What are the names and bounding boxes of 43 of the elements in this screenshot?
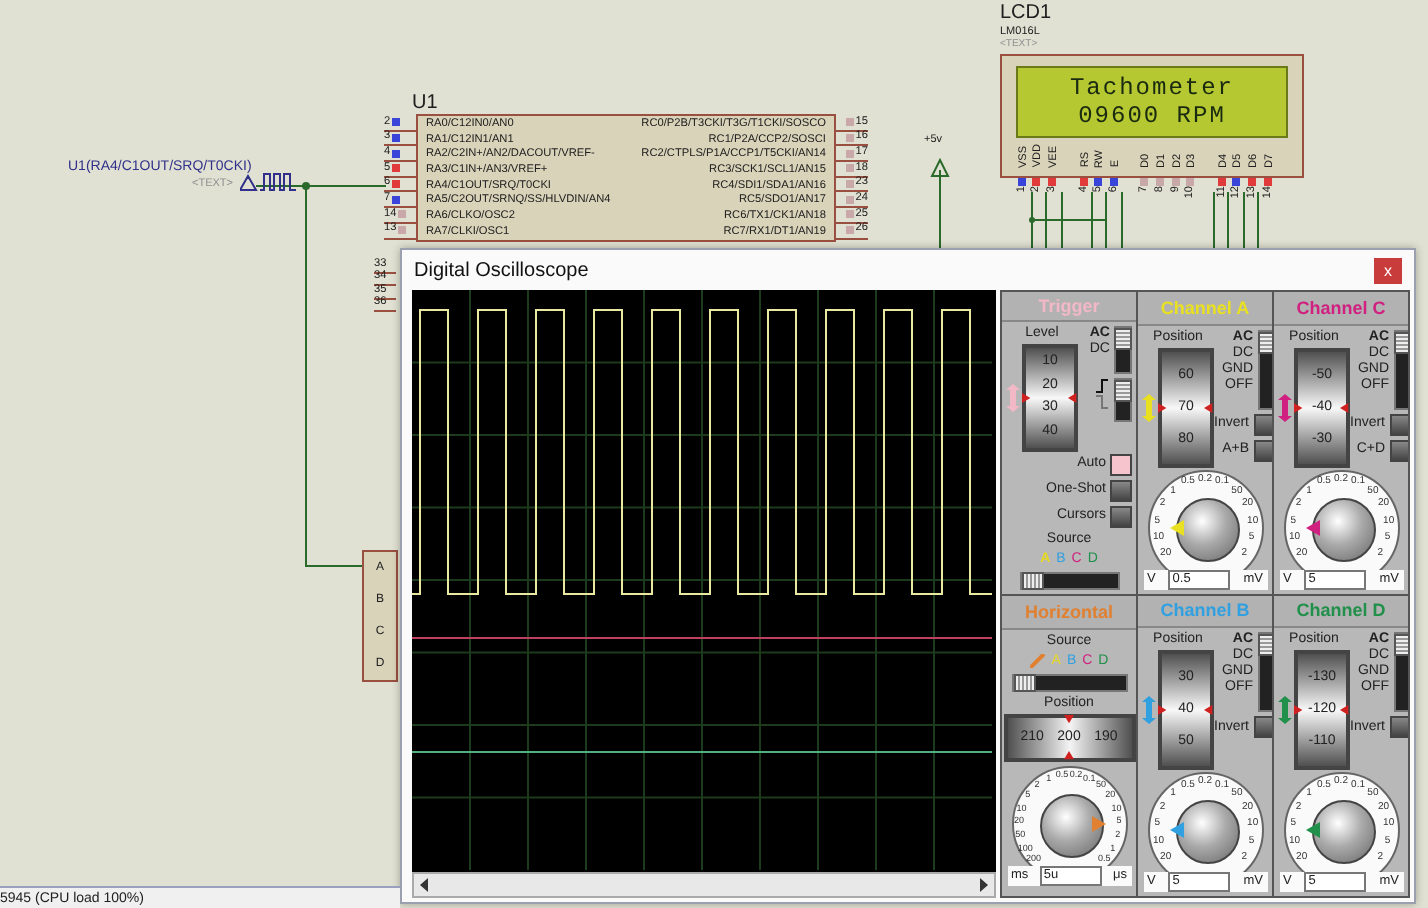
- junction-dot: [1029, 217, 1035, 223]
- marker-icon: [1204, 704, 1214, 716]
- position-arrow-icon: [1142, 696, 1156, 724]
- junction-dot: [302, 182, 310, 190]
- wire: [939, 169, 941, 249]
- marker-icon: [1204, 401, 1214, 413]
- pointer-icon: [1305, 822, 1319, 838]
- panel-title: Channel D: [1296, 600, 1386, 621]
- slider-thumb[interactable]: [1021, 571, 1043, 589]
- switch-thumb[interactable]: [1257, 331, 1272, 353]
- panel-title: Channel C: [1296, 297, 1386, 318]
- power-terminal-icon: [930, 158, 950, 178]
- switch-thumb[interactable]: [1257, 634, 1272, 656]
- panel-title: Horizontal: [1025, 601, 1113, 621]
- lcd-ref: LCD1: [1000, 2, 1052, 24]
- chip-ref: U1: [412, 92, 438, 114]
- position-arrow-icon: [1278, 393, 1292, 421]
- panel-title: Channel A: [1160, 297, 1250, 318]
- lcd-text: 09600 RPM: [1078, 102, 1226, 130]
- marker-icon: [1340, 401, 1350, 413]
- close-button[interactable]: x: [1374, 257, 1402, 283]
- probe-icon: [240, 170, 300, 194]
- switch-thumb[interactable]: [1393, 331, 1408, 353]
- marker-icon: [1068, 391, 1078, 403]
- pointer-icon: [1169, 822, 1183, 838]
- pointer-icon: [1305, 519, 1319, 535]
- position-arrow-icon: [1006, 383, 1020, 411]
- marker-icon: [1063, 713, 1073, 725]
- scrollbar[interactable]: [412, 872, 996, 898]
- pointer-icon: [1091, 815, 1105, 831]
- switch-thumb[interactable]: [1393, 634, 1408, 656]
- position-arrow-icon: [1142, 393, 1156, 421]
- lcd-text: Tachometer: [1069, 74, 1234, 102]
- switch-thumb[interactable]: [1114, 379, 1132, 401]
- panel-title: Trigger: [1038, 295, 1100, 316]
- switch-thumb[interactable]: [1114, 327, 1132, 349]
- position-arrow-icon: [1278, 696, 1292, 724]
- pointer-icon: [1169, 519, 1183, 535]
- panel-title: Channel B: [1160, 600, 1250, 621]
- window-title: Digital Oscilloscope: [414, 259, 589, 281]
- slider-thumb[interactable]: [1013, 673, 1035, 691]
- marker-icon: [1340, 704, 1350, 716]
- marker-icon: [1063, 749, 1073, 761]
